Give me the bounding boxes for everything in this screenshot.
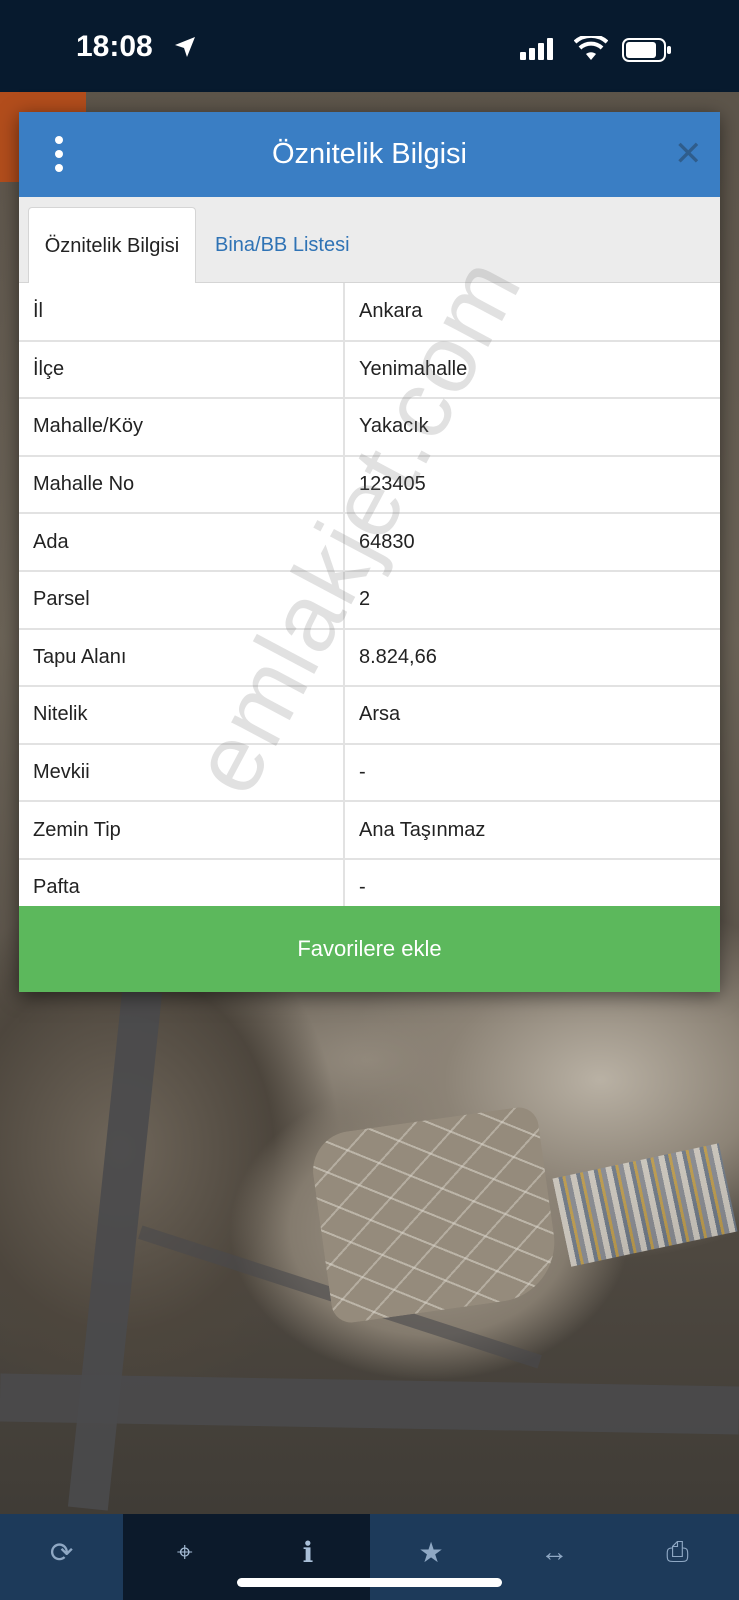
modal-tabs: Öznitelik Bilgisi Bina/BB Listesi xyxy=(19,197,720,283)
attribute-key: Mahalle/Köy xyxy=(19,398,345,457)
attribute-value: 123405 xyxy=(344,455,720,515)
attribute-key: İlçe xyxy=(19,340,345,400)
cellular-signal-icon xyxy=(520,38,553,60)
attribute-key: Nitelik xyxy=(19,686,345,745)
star-icon[interactable]: ★ xyxy=(370,1514,493,1600)
attribute-value: 8.824,66 xyxy=(344,628,720,688)
table-row: Mevkii - xyxy=(19,743,720,803)
close-icon[interactable]: ✕ xyxy=(674,137,703,171)
table-row: İlçe Yenimahalle xyxy=(19,340,720,400)
refresh-icon[interactable]: ⟳ xyxy=(0,1514,123,1600)
attribute-key: Mevkii xyxy=(19,743,345,803)
attribute-value: Arsa xyxy=(344,686,720,745)
attribute-key: Mahalle No xyxy=(19,455,345,515)
table-row: Nitelik Arsa xyxy=(19,686,720,745)
home-indicator xyxy=(237,1578,502,1587)
attribute-value: 64830 xyxy=(344,513,720,572)
location-arrow-icon xyxy=(175,37,195,57)
table-row: İl Ankara xyxy=(19,283,720,342)
attribute-key: Ada xyxy=(19,513,345,572)
table-row: Zemin Tip Ana Taşınmaz xyxy=(19,801,720,860)
attribute-info-modal: Öznitelik Bilgisi ✕ Öznitelik Bilgisi Bi… xyxy=(19,112,720,992)
table-row: Tapu Alanı 8.824,66 xyxy=(19,628,720,688)
parcel-subdivision xyxy=(307,1104,563,1326)
tab-building-list[interactable]: Bina/BB Listesi xyxy=(199,207,366,283)
parked-vehicles xyxy=(552,1143,738,1267)
locate-crosshair-icon[interactable]: ⌖ xyxy=(123,1514,247,1600)
attribute-key: İl xyxy=(19,283,345,342)
bottom-toolbar: ⟳ ⌖ i ★ ↔ ⎙ xyxy=(0,1514,739,1600)
wifi-icon xyxy=(574,36,608,60)
measure-arrows-icon[interactable]: ↔ xyxy=(493,1514,616,1600)
attribute-value: Yenimahalle xyxy=(344,340,720,400)
attribute-value: Yakacık xyxy=(344,398,720,457)
tab-attribute-info[interactable]: Öznitelik Bilgisi xyxy=(28,207,196,283)
attribute-key: Zemin Tip xyxy=(19,801,345,860)
attribute-table: İl Ankara İlçe Yenimahalle Mahalle/Köy Yakacı… xyxy=(19,283,720,918)
print-icon[interactable]: ⎙ xyxy=(616,1514,739,1600)
attribute-value: Ankara xyxy=(344,283,720,342)
modal-title: Öznitelik Bilgisi xyxy=(272,138,467,170)
modal-header: Öznitelik Bilgisi ✕ xyxy=(19,112,720,197)
battery-icon xyxy=(622,38,671,62)
status-bar: 18:08 xyxy=(0,0,739,92)
highway-ramp xyxy=(67,989,163,1511)
attribute-key: Tapu Alanı xyxy=(19,628,345,688)
table-row: Parsel 2 xyxy=(19,570,720,630)
table-row: Mahalle/Köy Yakacık xyxy=(19,398,720,457)
attribute-value: - xyxy=(344,743,720,803)
status-time: 18:08 xyxy=(76,30,153,63)
attribute-value: 2 xyxy=(344,570,720,630)
table-row: Ada 64830 xyxy=(19,513,720,572)
table-row: Mahalle No 123405 xyxy=(19,455,720,515)
info-icon[interactable]: i xyxy=(246,1514,370,1600)
attribute-value: Ana Taşınmaz xyxy=(344,801,720,860)
attribute-key: Parsel xyxy=(19,570,345,630)
add-to-favorites-button[interactable]: Favorilere ekle xyxy=(19,906,720,992)
